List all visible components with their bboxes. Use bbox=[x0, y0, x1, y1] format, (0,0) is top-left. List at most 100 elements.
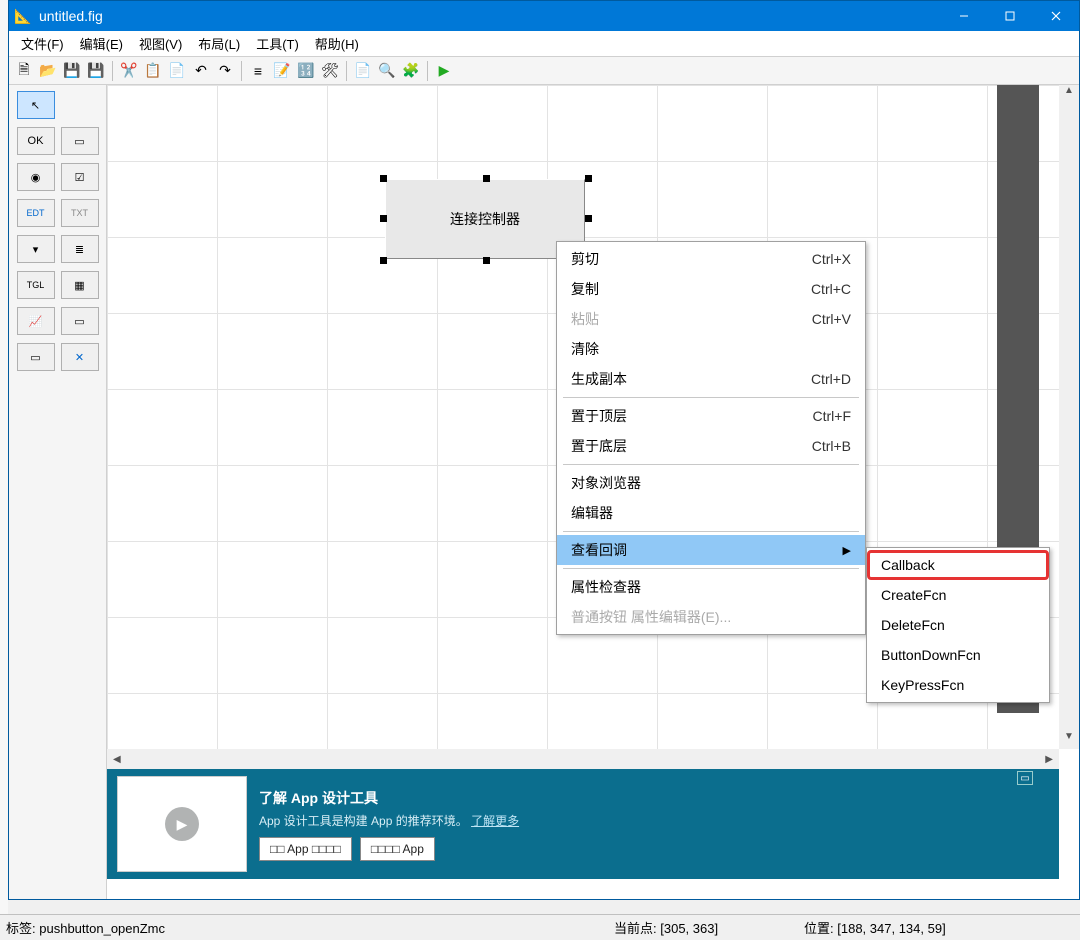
promo-link[interactable]: 了解更多 bbox=[471, 814, 519, 828]
cut-icon[interactable]: ✂️ bbox=[118, 60, 140, 82]
inspector-icon[interactable]: 🔍 bbox=[376, 60, 398, 82]
menu-layout[interactable]: 布局(L) bbox=[190, 32, 248, 55]
undo-icon[interactable]: ↶ bbox=[190, 60, 212, 82]
maximize-button[interactable] bbox=[987, 1, 1033, 31]
design-canvas[interactable]: 连接控制器 剪切Ctrl+X 复制Ctrl+C 粘贴Ctrl+V 清除 生成副本… bbox=[107, 85, 1059, 749]
tool-axes[interactable]: 📈 bbox=[17, 307, 55, 335]
editor-icon[interactable]: 📄 bbox=[352, 60, 374, 82]
paste-icon[interactable]: 📄 bbox=[166, 60, 188, 82]
menubar: 文件(F) 编辑(E) 视图(V) 布局(L) 工具(T) 帮助(H) bbox=[9, 31, 1079, 57]
scroll-left-icon[interactable]: ◀ bbox=[113, 754, 121, 765]
resize-handle[interactable] bbox=[585, 175, 592, 182]
save-icon[interactable]: 💾 bbox=[61, 60, 83, 82]
menu-tools[interactable]: 工具(T) bbox=[248, 32, 307, 55]
ctx-duplicate[interactable]: 生成副本Ctrl+D bbox=[557, 364, 865, 394]
submenu-buttondownfcn[interactable]: ButtonDownFcn bbox=[867, 640, 1049, 670]
ctx-sep bbox=[563, 531, 859, 532]
component-palette: ↖ OK ▭ ◉ ☑ EDT TXT ▾ ≣ TGL ▦ 📈 ▭ ▭ ✕ bbox=[9, 85, 107, 899]
browser-icon[interactable]: 🧩 bbox=[400, 60, 422, 82]
submenu-createfcn[interactable]: CreateFcn bbox=[867, 580, 1049, 610]
resize-handle[interactable] bbox=[380, 215, 387, 222]
toolbar-sep bbox=[241, 61, 242, 81]
toolbar: 🗎 📂 💾 💾 ✂️ 📋 📄 ↶ ↷ ≡ 📝 🔢 🛠 📄 🔍 🧩 ▶ bbox=[9, 57, 1079, 85]
ctx-object-browser[interactable]: 对象浏览器 bbox=[557, 468, 865, 498]
tool-edit[interactable]: EDT bbox=[17, 199, 55, 227]
vertical-scrollbar[interactable]: ▲ ▼ bbox=[1059, 85, 1079, 749]
callbacks-submenu: Callback CreateFcn DeleteFcn ButtonDownF… bbox=[866, 547, 1050, 703]
ctx-property-inspector[interactable]: 属性检查器 bbox=[557, 572, 865, 602]
resize-handle[interactable] bbox=[483, 257, 490, 264]
tool-table[interactable]: ▦ bbox=[61, 271, 99, 299]
resize-handle[interactable] bbox=[380, 257, 387, 264]
ctx-cut[interactable]: 剪切Ctrl+X bbox=[557, 244, 865, 274]
scroll-down-icon[interactable]: ▼ bbox=[1064, 731, 1074, 749]
ctx-send-back[interactable]: 置于底层Ctrl+B bbox=[557, 431, 865, 461]
menu-help[interactable]: 帮助(H) bbox=[307, 32, 367, 55]
window-title: untitled.fig bbox=[37, 8, 941, 24]
tool-popup[interactable]: ▾ bbox=[17, 235, 55, 263]
minimize-button[interactable] bbox=[941, 1, 987, 31]
submenu-deletefcn[interactable]: DeleteFcn bbox=[867, 610, 1049, 640]
menu-edit[interactable]: 编辑(E) bbox=[72, 32, 131, 55]
new-icon[interactable]: 🗎 bbox=[13, 60, 35, 82]
promo-text: 了解 App 设计工具 App 设计工具是构建 App 的推荐环境。 了解更多 … bbox=[259, 788, 1049, 861]
titlebar[interactable]: 📐 untitled.fig bbox=[9, 1, 1079, 31]
scroll-up-icon[interactable]: ▲ bbox=[1064, 85, 1074, 103]
ctx-property-editor: 普通按钮 属性编辑器(E)... bbox=[557, 602, 865, 632]
copy-icon[interactable]: 📋 bbox=[142, 60, 164, 82]
tool-radio[interactable]: ◉ bbox=[17, 163, 55, 191]
close-button[interactable] bbox=[1033, 1, 1079, 31]
ctx-editor[interactable]: 编辑器 bbox=[557, 498, 865, 528]
tool-listbox[interactable]: ≣ bbox=[61, 235, 99, 263]
chevron-right-icon: ▶ bbox=[843, 544, 851, 557]
promo-desc: App 设计工具是构建 App 的推荐环境。 了解更多 bbox=[259, 812, 1049, 829]
submenu-keypressfcn[interactable]: KeyPressFcn bbox=[867, 670, 1049, 700]
pushbutton-openZmc[interactable]: 连接控制器 bbox=[385, 179, 585, 259]
workarea: ↖ OK ▭ ◉ ☑ EDT TXT ▾ ≣ TGL ▦ 📈 ▭ ▭ ✕ 连接控… bbox=[9, 85, 1079, 899]
menu-view[interactable]: 视图(V) bbox=[131, 32, 190, 55]
app-icon: 📐 bbox=[9, 8, 37, 25]
ctx-paste: 粘贴Ctrl+V bbox=[557, 304, 865, 334]
status-tag: 标签: pushbutton_openZmc bbox=[6, 918, 614, 937]
toolbar-editor-icon[interactable]: 🛠 bbox=[319, 60, 341, 82]
ctx-sep bbox=[563, 397, 859, 398]
save-as-icon[interactable]: 💾 bbox=[85, 60, 107, 82]
run-icon[interactable]: ▶ bbox=[433, 60, 455, 82]
tool-panel[interactable]: ▭ bbox=[61, 307, 99, 335]
tool-checkbox[interactable]: ☑ bbox=[61, 163, 99, 191]
resize-handle[interactable] bbox=[483, 175, 490, 182]
ctx-clear[interactable]: 清除 bbox=[557, 334, 865, 364]
tool-slider[interactable]: ▭ bbox=[61, 127, 99, 155]
resize-handle[interactable] bbox=[380, 175, 387, 182]
tool-select[interactable]: ↖ bbox=[17, 91, 55, 119]
promo-minimize-icon[interactable]: ▭ bbox=[1017, 771, 1033, 785]
tool-activex[interactable]: ✕ bbox=[61, 343, 99, 371]
ctx-bring-front[interactable]: 置于顶层Ctrl+F bbox=[557, 401, 865, 431]
scroll-right-icon[interactable]: ▶ bbox=[1045, 754, 1053, 765]
toolbar-sep bbox=[427, 61, 428, 81]
open-icon[interactable]: 📂 bbox=[37, 60, 59, 82]
app-designer-promo: ▭ ▶ 了解 App 设计工具 App 设计工具是构建 App 的推荐环境。 了… bbox=[107, 769, 1059, 879]
promo-thumbnail[interactable]: ▶ bbox=[117, 776, 247, 872]
menu-file[interactable]: 文件(F) bbox=[13, 32, 72, 55]
toolbar-sep bbox=[112, 61, 113, 81]
promo-btn-1[interactable]: □□ App □□□□ bbox=[259, 837, 352, 861]
promo-btn-2[interactable]: □□□□ App bbox=[360, 837, 435, 861]
tool-text[interactable]: TXT bbox=[61, 199, 99, 227]
play-icon: ▶ bbox=[165, 807, 199, 841]
pushbutton-label: 连接控制器 bbox=[450, 209, 520, 229]
status-current-point: 当前点: [305, 363] bbox=[614, 918, 804, 937]
tab-order-icon[interactable]: 🔢 bbox=[295, 60, 317, 82]
tool-pushbutton[interactable]: OK bbox=[17, 127, 55, 155]
ctx-copy[interactable]: 复制Ctrl+C bbox=[557, 274, 865, 304]
tool-buttongroup[interactable]: ▭ bbox=[17, 343, 55, 371]
guide-window: 📐 untitled.fig 文件(F) 编辑(E) 视图(V) 布局(L) 工… bbox=[8, 0, 1080, 900]
align-icon[interactable]: ≡ bbox=[247, 60, 269, 82]
horizontal-scrollbar[interactable]: ◀ ▶ bbox=[107, 749, 1059, 769]
resize-handle[interactable] bbox=[585, 215, 592, 222]
tool-toggle[interactable]: TGL bbox=[17, 271, 55, 299]
menu-editor-icon[interactable]: 📝 bbox=[271, 60, 293, 82]
submenu-callback[interactable]: Callback bbox=[867, 550, 1049, 580]
ctx-view-callbacks[interactable]: 查看回调▶ bbox=[557, 535, 865, 565]
redo-icon[interactable]: ↷ bbox=[214, 60, 236, 82]
